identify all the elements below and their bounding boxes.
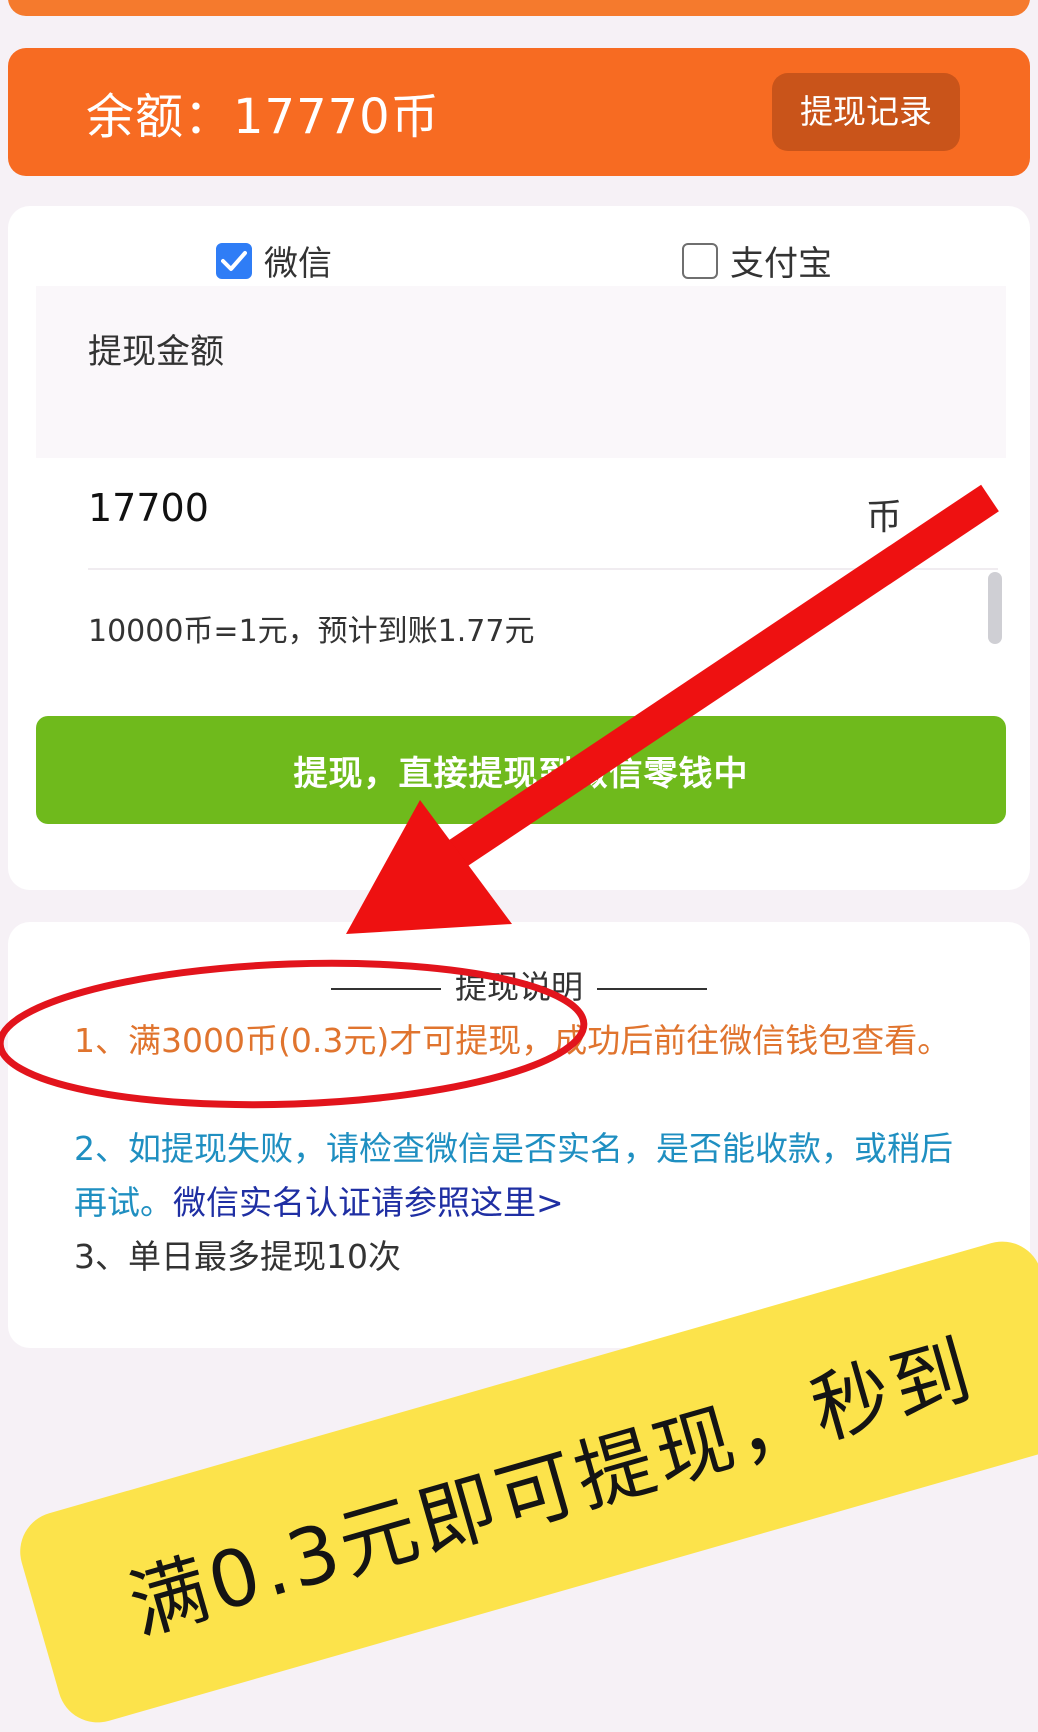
withdraw-submit-button[interactable]: 提现，直接提现到微信零钱中 bbox=[36, 716, 1006, 824]
amount-label: 提现金额 bbox=[88, 332, 224, 372]
payment-option-label: 微信 bbox=[264, 244, 332, 284]
balance-header: 余额：17770币 提现记录 bbox=[8, 48, 1030, 176]
promo-banner-text: 满0.3元即可提现，秒到 bbox=[119, 1325, 985, 1653]
amount-input[interactable]: 17700 bbox=[88, 486, 788, 530]
payment-option-label: 支付宝 bbox=[730, 244, 832, 284]
realname-guide-link[interactable]: 微信实名认证请参照这里> bbox=[173, 1183, 564, 1222]
notes-title-text: 提现说明 bbox=[454, 968, 583, 1006]
checkbox-unchecked-icon[interactable] bbox=[682, 242, 718, 279]
checkbox-checked-icon[interactable] bbox=[216, 242, 252, 279]
notes-title: 提现说明 bbox=[8, 962, 1030, 1008]
withdraw-card: 微信 支付宝 提现金额 17700 币 10000币=1元，预计到账1.77元 … bbox=[8, 206, 1030, 890]
balance-amount: 余额：17770币 bbox=[86, 89, 440, 145]
note-item-2: 2、如提现失败，请检查微信是否实名，是否能收款，或稍后再试。微信实名认证请参照这… bbox=[74, 1122, 974, 1230]
payment-option-wechat[interactable]: 微信 bbox=[216, 236, 332, 285]
title-dash-left bbox=[330, 988, 441, 990]
note-item-1: 1、满3000币(0.3元)才可提现，成功后前往微信钱包查看。 bbox=[74, 1021, 951, 1060]
scrollbar-thumb[interactable] bbox=[988, 572, 1002, 644]
title-dash-right bbox=[597, 988, 707, 990]
withdraw-record-button[interactable]: 提现记录 bbox=[772, 73, 960, 151]
top-strip bbox=[8, 0, 1030, 16]
payment-option-alipay[interactable]: 支付宝 bbox=[682, 236, 832, 285]
note-item-3: 3、单日最多提现10次 bbox=[74, 1237, 401, 1276]
amount-unit: 币 bbox=[866, 497, 903, 538]
input-divider bbox=[88, 568, 998, 570]
rate-info: 10000币=1元，预计到账1.77元 bbox=[88, 614, 535, 649]
